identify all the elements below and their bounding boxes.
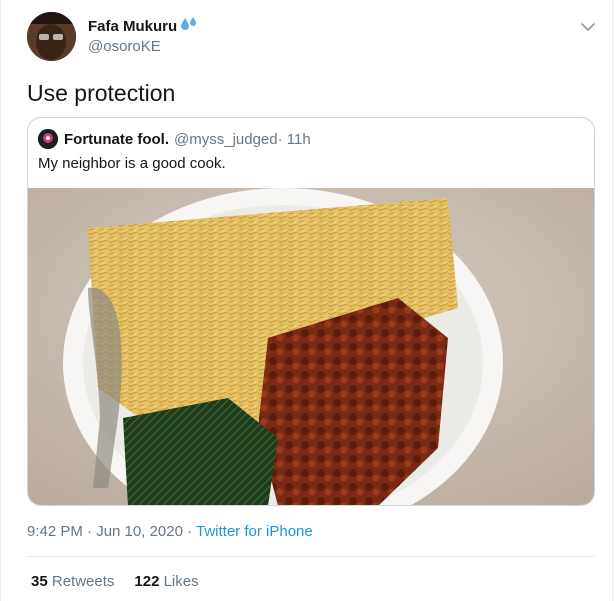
retweets-stat[interactable]: 35 Retweets: [31, 573, 114, 590]
divider: [27, 556, 595, 557]
likes-stat[interactable]: 122 Likes: [134, 573, 198, 590]
author-avatar[interactable]: [27, 12, 76, 61]
quoted-author-avatar: [38, 129, 58, 149]
retweets-label: Retweets: [51, 573, 115, 590]
quoted-tweet[interactable]: Fortunate fool. @myss_judged · 11h My ne…: [27, 117, 595, 506]
tweet-stats: 35 Retweets 122 Likes: [31, 573, 199, 590]
author-name-text: Fafa Mukuru: [88, 17, 178, 35]
retweets-count: 35: [31, 573, 48, 590]
tweet-text: Use protection: [27, 80, 176, 106]
quoted-tweet-time: · 11h: [277, 130, 311, 148]
quoted-tweet-header: Fortunate fool. @myss_judged · 11h: [38, 129, 311, 149]
quoted-author-handle: @myss_judged: [174, 130, 278, 148]
sweat-droplets-icon: [180, 16, 198, 36]
likes-label: Likes: [163, 573, 199, 590]
likes-count: 122: [134, 573, 160, 590]
quoted-author-name: Fortunate fool.: [64, 130, 169, 148]
tweet-date[interactable]: 9:42 PM · Jun 10, 2020 ·: [27, 523, 196, 540]
tweet-card: Fafa Mukuru @osoroKE Use protection Fort…: [0, 0, 613, 601]
quoted-tweet-photo[interactable]: [28, 188, 594, 505]
author-handle[interactable]: @osoroKE: [88, 38, 161, 55]
tweet-timestamp[interactable]: 9:42 PM · Jun 10, 2020 · Twitter for iPh…: [27, 523, 313, 540]
quoted-tweet-text: My neighbor is a good cook.: [38, 155, 226, 172]
tweet-source-link[interactable]: Twitter for iPhone: [196, 523, 313, 540]
chevron-down-icon[interactable]: [579, 18, 597, 36]
author-name[interactable]: Fafa Mukuru: [88, 16, 198, 36]
